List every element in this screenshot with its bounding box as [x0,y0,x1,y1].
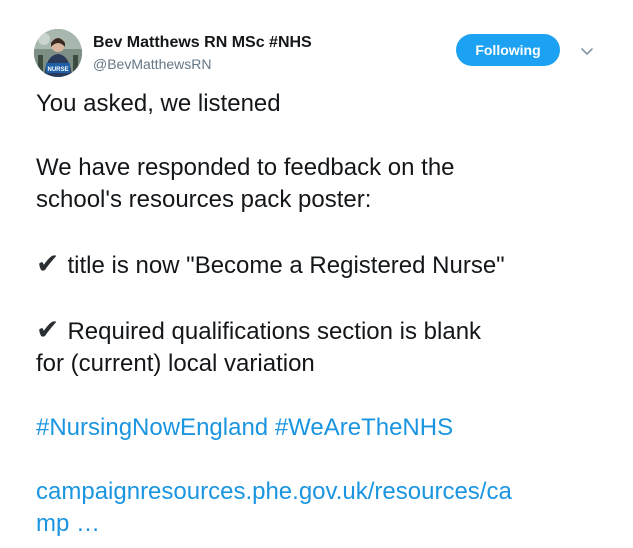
profile-photo-icon: NURSE [34,29,82,77]
checkmark-icon: ✔ [36,247,60,280]
url-link[interactable]: campaignresources.phe.gov.uk/resources/c… [36,478,512,505]
avatar[interactable]: NURSE [34,29,82,77]
tweet-item-qualifications: ✔ Required qualifications section is blan… [36,314,616,348]
tweet-url: campaignresources.phe.gov.uk/resources/c… [36,476,616,508]
hashtag-link-nursingnowengland[interactable]: #NursingNowEngland [36,414,268,441]
tweet-line-intro: You asked, we listened [36,90,281,117]
checkmark-icon: ✔ [36,313,60,346]
item-qualifications-text: Required qualifications section is blank [67,318,482,345]
url-link-cont[interactable]: mp … [36,510,100,537]
tweet-url-cont: mp … [36,508,616,540]
item-title-text: title is now "Become a Registered Nurse" [67,252,505,279]
author-display-name[interactable]: Bev Matthews RN MSc #NHS [93,33,312,53]
tweet-line-feedback-2: school's resources pack poster: [36,186,372,213]
tweet-hashtags: #NursingNowEngland #WeAreTheNHS [36,412,616,444]
author-block[interactable]: Bev Matthews RN MSc #NHS @BevMatthewsRN [93,33,312,73]
tweet-item-qualifications-cont: for (current) local variation [36,350,315,377]
tweet-line-feedback-1: We have responded to feedback on the [36,154,455,181]
following-button[interactable]: Following [456,34,560,66]
chevron-down-icon[interactable] [578,42,596,60]
tweet-card: NURSE Bev Matthews RN MSc #NHS @BevMatth… [0,0,633,548]
author-handle[interactable]: @BevMatthewsRN [93,55,312,73]
tweet-text: You asked, we listened We have responded… [36,88,616,540]
tweet-item-title: ✔ title is now "Become a Registered Nurse… [36,248,616,282]
hashtag-link-wearethenhs[interactable]: #WeAreTheNHS [275,414,453,441]
avatar-badge-text: NURSE [47,67,68,73]
